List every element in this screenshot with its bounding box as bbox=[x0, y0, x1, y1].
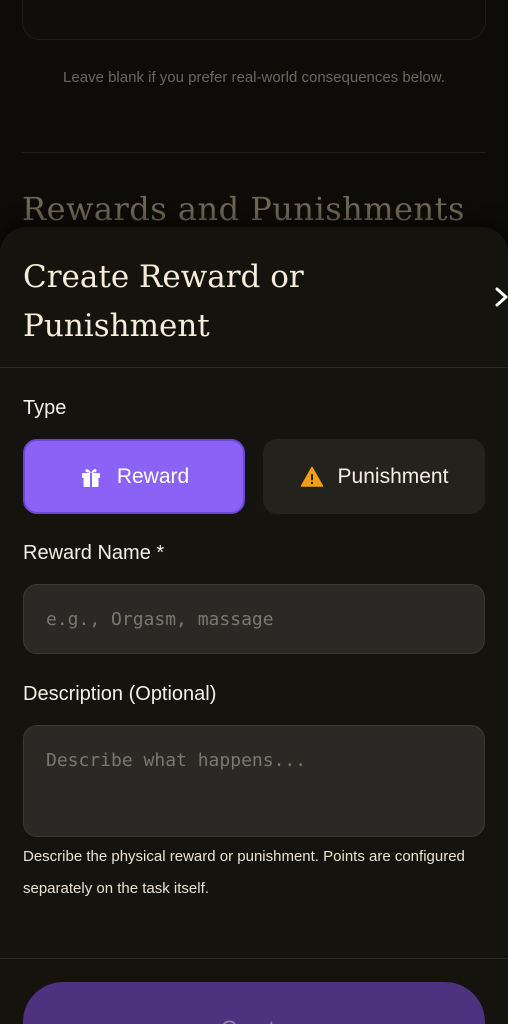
footer-divider bbox=[0, 958, 508, 959]
punishment-type-button[interactable]: Punishment bbox=[263, 439, 485, 514]
reward-type-button[interactable]: Reward bbox=[23, 439, 245, 514]
reward-name-label: Reward Name * bbox=[23, 542, 165, 564]
background-divider bbox=[22, 152, 486, 153]
modal-title: Create Reward or Punishment bbox=[23, 259, 304, 344]
type-label: Type bbox=[23, 397, 67, 419]
description-input[interactable] bbox=[23, 725, 485, 837]
background-card bbox=[22, 0, 486, 40]
background-hint: Leave blank if you prefer real-world con… bbox=[63, 69, 445, 86]
warning-icon bbox=[300, 466, 323, 487]
punishment-type-label: Punishment bbox=[337, 464, 449, 488]
create-reward-modal: Create Reward or Punishment Type Reward bbox=[0, 227, 508, 1024]
description-label: Description (Optional) bbox=[23, 683, 217, 705]
reward-name-input[interactable] bbox=[23, 584, 485, 654]
reward-type-label: Reward bbox=[116, 464, 190, 488]
helper-text: Describe the physical reward or punishme… bbox=[23, 848, 465, 897]
background-section-title: Rewards and Punishments bbox=[22, 190, 465, 228]
create-button[interactable]: Create bbox=[23, 982, 485, 1024]
modal-header: Create Reward or Punishment bbox=[0, 227, 508, 368]
chevron-right-icon[interactable] bbox=[494, 287, 508, 307]
page: Leave blank if you prefer real-world con… bbox=[0, 0, 508, 1024]
gift-icon bbox=[81, 468, 100, 487]
